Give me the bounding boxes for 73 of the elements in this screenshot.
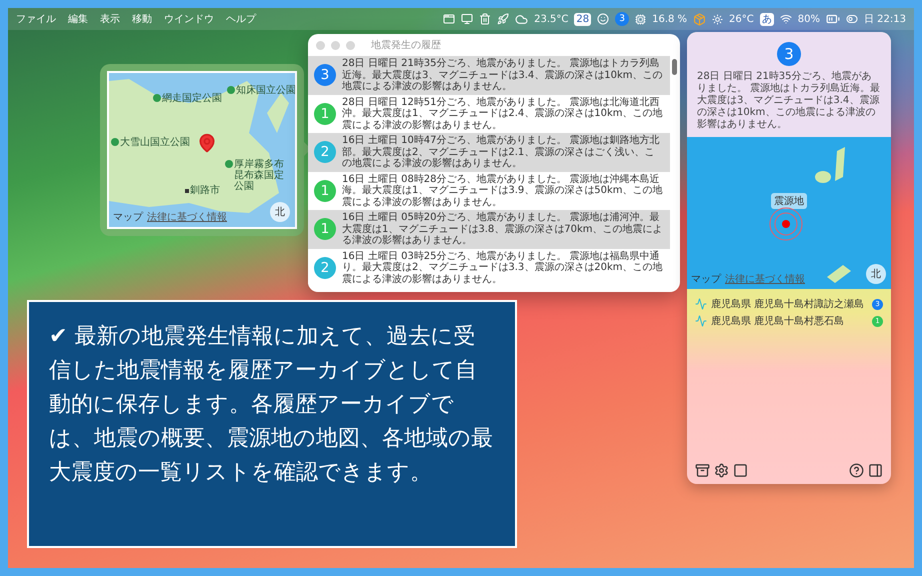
earthquake-summary: 16日 土曜日 08時28分ごろ、地震がありました。 震源地は沖縄本島近海。最大震度は1、マグニチュードは3.9、震源の深さは50km、この地震による津波の影響はありません。 [342, 174, 664, 208]
menu-item[interactable]: ファイル [16, 12, 56, 26]
intensity-badge: 1 [314, 180, 336, 202]
intensity-badge: 2 [314, 256, 336, 279]
island-drawing [815, 147, 847, 185]
history-row[interactable]: 1 16日 土曜日 05時20分ごろ、地震がありました。 震源地は浦河沖。最大震度は1、マグニチュードは3.8、震源の深さは70km、この地震による津波の影響はありません。 [308, 210, 670, 248]
map-label: 震源地 [771, 193, 807, 209]
scroll-thumb[interactable] [672, 59, 677, 75]
help-icon[interactable] [849, 463, 864, 478]
temperature-reading: 23.5°C [534, 14, 568, 24]
map-attribution: マップ [691, 272, 721, 286]
waveform-icon [695, 298, 707, 310]
park-icon [153, 94, 161, 102]
compass[interactable]: 北 [270, 202, 290, 222]
chip-icon [635, 14, 646, 24]
temperature-reading: 26°C [729, 14, 754, 24]
map[interactable]: 網走国定公園 知床国立公園 大雪山国立公園 釧路市 厚岸霧多布昆布森国定公園 マップ 法律に基づく情報 北 [107, 71, 297, 229]
cloud-icon [515, 12, 528, 26]
battery-icon [826, 12, 840, 26]
intensity-badge[interactable]: 3 [615, 12, 630, 26]
rocket-icon [497, 13, 510, 25]
earthquake-summary: 28日 日曜日 12時51分ごろ、地震がありました。 震源地は北海道北西沖。最大震度は1、マグニチュードは2.4、震源の深さは10km、この地震による津波の影響はありません。 [342, 96, 664, 131]
epicenter-marker [769, 207, 803, 241]
island-drawing [827, 263, 851, 283]
earthquake-summary: 16日 土曜日 03時25分ごろ、地震がありました。 震源地は福島県中通り。最大震度は2、マグニチュードは3.3、震源の深さは20km、この地震による津波の影響はありません。 [342, 250, 664, 285]
map-label: 大雪山国立公園 [111, 137, 190, 148]
face-icon [597, 13, 610, 25]
history-row[interactable]: 1 28日 日曜日 12時51分ごろ、地震がありました。 震源地は北海道北西沖。最大震度は1、マグニチュードは2.4、震源の深さは10km、この地震による津波の影響はありません。 [308, 94, 670, 133]
park-icon [227, 86, 235, 94]
input-method[interactable]: あ [760, 12, 774, 26]
calendar-date[interactable]: 28 [574, 12, 592, 26]
map-attribution: マップ [113, 210, 143, 224]
map-label: 知床国立公園 [227, 85, 295, 96]
menu-item[interactable]: 移動 [132, 12, 152, 26]
map[interactable]: 震源地 マップ 法律に基づく情報 北 [687, 137, 891, 289]
region-name: 鹿児島県 鹿児島十島村悪石島 [711, 314, 846, 328]
waveform-icon [695, 315, 707, 327]
region-name: 鹿児島県 鹿児島十島村諏訪之瀬島 [711, 298, 866, 311]
earthquake-summary: 28日 日曜日 21時35分ごろ、地震がありました。 震源地はトカラ列島近海。最大震度は3、マグニチュードは3.4、震源の深さは10km、この地震による津波の影響はありません。 [697, 71, 881, 131]
intensity-badge: 3 [314, 64, 336, 86]
toggle-icon [846, 13, 858, 25]
intensity-badge: 1 [314, 102, 336, 125]
monitor-icon [461, 13, 474, 25]
map-label: 厚岸霧多布昆布森国定公園 [225, 159, 289, 192]
cpu-usage: 16.8 % [652, 14, 688, 24]
history-row[interactable]: 3 28日 日曜日 21時35分ごろ、地震がありました。 震源地はトカラ列島近海。最大震度は3、マグニチュードは3.4、震源の深さは10km、この地震による津波の影響はありません。 [308, 56, 670, 94]
history-row[interactable]: 2 16日 土曜日 10時47分ごろ、地震がありました。 震源地は釧路地方北部。最大震度は2、マグニチュードは2.1、震源の深さはごく浅い、この地震による津波の影響はありません。 [308, 133, 670, 172]
map-label: 網走国定公園 [153, 93, 222, 104]
window-title: 地震発生の履歴 [371, 38, 441, 52]
menu-item[interactable]: 表示 [100, 12, 120, 26]
window-icon [443, 13, 456, 25]
sun-icon [712, 14, 724, 24]
compass[interactable]: 北 [866, 264, 886, 284]
earthquake-summary: 16日 土曜日 10時47分ごろ、地震がありました。 震源地は釧路地方北部。最大震度は2、マグニチュードは2.1、震源の深さはごく浅い、この地震による津波の影響はありません。 [342, 135, 661, 170]
window-icon[interactable] [733, 463, 748, 478]
archive-icon[interactable] [695, 463, 710, 478]
earthquake-summary: 28日 日曜日 21時35分ごろ、地震がありました。 震源地はトカラ列島近海。最大震度は3、マグニチュードは3.4、震源の深さは10km、この地震による津波の影響はありません。 [342, 58, 664, 92]
menu-item[interactable]: ウインドウ [164, 12, 214, 26]
legal-link[interactable]: 法律に基づく情報 [147, 210, 227, 224]
caption-text: ✔ 最新の地震発生情報に加えて、過去に受信した地震情報を履歴アーカイブとして自動的に保存します。各履歴アーカイブでは、地震の概要、震源地の地図、各地域の最大震度の一覧リストを確認できます。 [49, 323, 494, 488]
settings-icon[interactable] [714, 463, 729, 478]
menu-item[interactable]: ヘルプ [226, 12, 256, 26]
map-pin-icon [197, 133, 217, 153]
intensity-badge: 2 [314, 141, 336, 164]
earthquake-summary: 16日 土曜日 05時20分ごろ、地震がありました。 震源地は浦河沖。最大震度は1、マグニチュードは3.8、震源の深さは70km、この地震による津波の影響はありません。 [342, 212, 664, 246]
intensity-badge: 3 [777, 42, 801, 66]
package-icon [693, 12, 706, 26]
trash-icon [479, 13, 492, 25]
map-label: 釧路市 [185, 185, 220, 196]
battery-percent: 80% [798, 14, 820, 24]
menu-item[interactable]: 編集 [68, 12, 88, 26]
intensity-badge: 1 [314, 218, 336, 240]
sidebar-icon[interactable] [868, 463, 883, 478]
